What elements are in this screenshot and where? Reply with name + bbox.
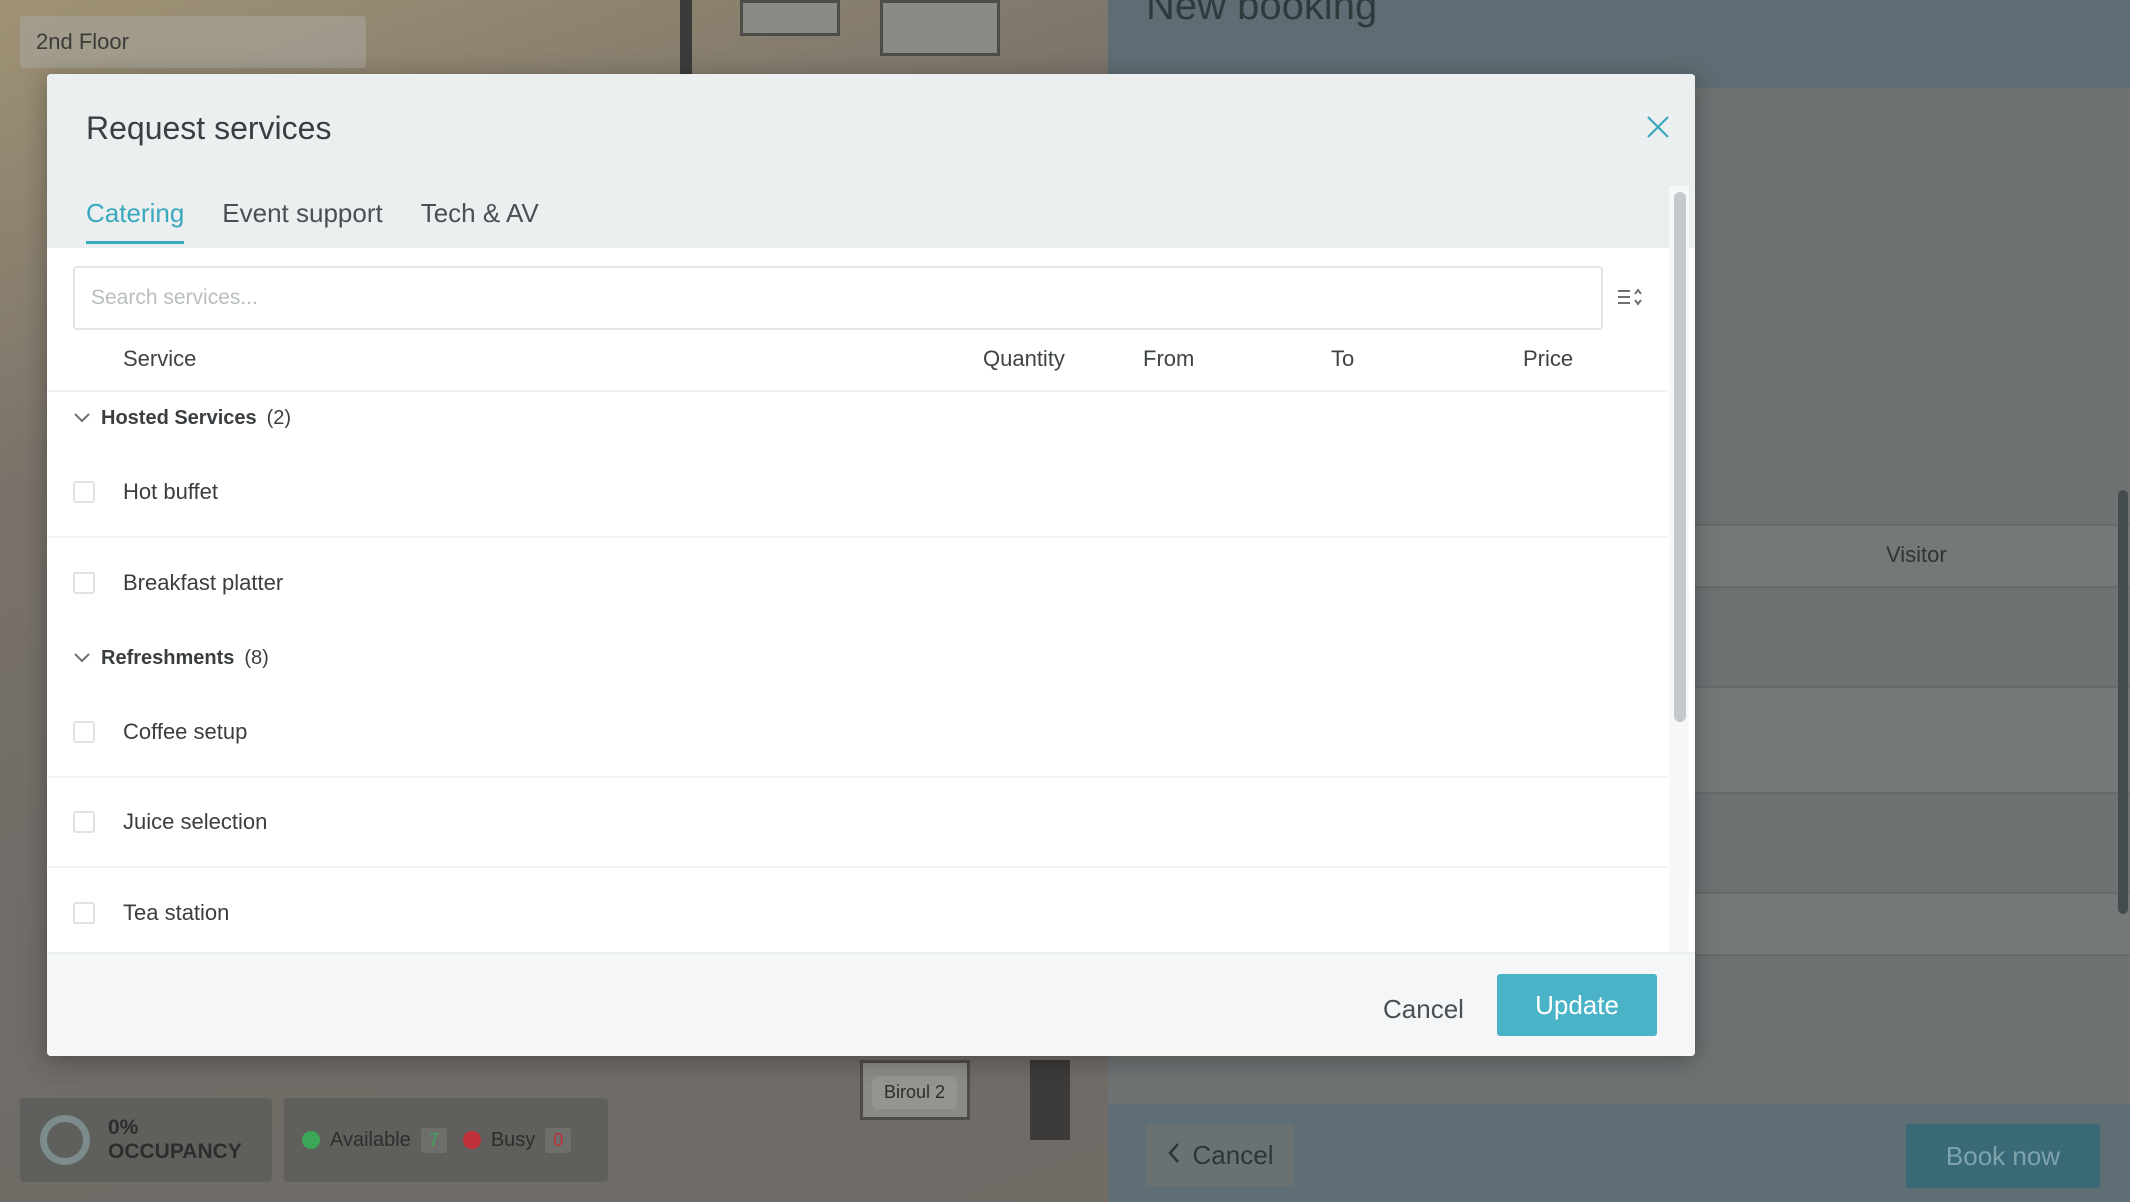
service-name: Breakfast platter — [123, 570, 284, 595]
booking-cancel-button[interactable]: Cancel — [1146, 1124, 1294, 1186]
booking-title: New booking — [1146, 0, 1378, 28]
modal-scrollbar-thumb[interactable] — [1674, 192, 1686, 722]
tab-event-support[interactable]: Event support — [222, 198, 382, 244]
search-input[interactable] — [75, 268, 1601, 328]
occupancy-widget: 0% OCCUPANCY — [20, 1098, 272, 1182]
close-icon[interactable] — [1641, 110, 1675, 144]
group-header-hosted-services[interactable]: Hosted Services (2) — [73, 398, 291, 438]
modal-header: Request services Catering Event support … — [47, 74, 1695, 248]
column-from: From — [1143, 346, 1195, 371]
service-checkbox[interactable] — [73, 721, 95, 743]
availability-widget: Available 7 Busy 0 — [284, 1098, 608, 1182]
column-price: Price — [1523, 346, 1574, 371]
group-count: (2) — [266, 406, 292, 429]
service-name: Juice selection — [123, 809, 268, 834]
occupancy-percent: 0% — [108, 1116, 139, 1139]
cancel-button[interactable]: Cancel — [1383, 994, 1464, 1025]
occupancy-ring-icon — [40, 1115, 90, 1165]
service-checkbox[interactable] — [73, 572, 95, 594]
page-scrollbar[interactable] — [2118, 490, 2128, 914]
floorplan-wall — [1030, 1060, 1070, 1140]
modal-title: Request services — [86, 110, 332, 146]
table-row[interactable]: Tea station — [47, 868, 1667, 958]
room-tag[interactable]: Biroul 2 — [872, 1076, 958, 1109]
service-name: Tea station — [123, 900, 230, 925]
group-count: (8) — [244, 646, 269, 669]
group-header-refreshments[interactable]: Refreshments (8) — [73, 638, 269, 678]
busy-label: Busy — [490, 1128, 536, 1151]
table-row[interactable]: Coffee setup — [47, 688, 1667, 778]
table-header: Service Quantity From To Price — [47, 330, 1667, 392]
tab-tech-av[interactable]: Tech & AV — [421, 198, 539, 244]
group-name: Refreshments — [101, 646, 235, 669]
available-label: Available — [330, 1128, 411, 1151]
busy-dot-icon — [462, 1131, 481, 1149]
floorplan-desk — [880, 0, 1000, 56]
service-name: Hot buffet — [123, 479, 218, 504]
column-to: To — [1331, 346, 1355, 371]
available-count: 7 — [420, 1127, 447, 1153]
group-name: Hosted Services — [101, 406, 257, 429]
floor-select[interactable]: 2nd Floor — [20, 16, 366, 68]
floorplan-desk — [740, 0, 840, 36]
update-button[interactable]: Update — [1497, 974, 1657, 1036]
column-service: Service — [123, 346, 197, 371]
book-now-button[interactable]: Book now — [1906, 1124, 2100, 1188]
chevron-down-icon — [73, 407, 91, 430]
table-row[interactable]: Hot buffet — [47, 448, 1667, 538]
booking-notes-field[interactable] — [1688, 686, 2130, 794]
service-checkbox[interactable] — [73, 481, 95, 503]
booking-cancel-label: Cancel — [1192, 1139, 1274, 1170]
tab-catering[interactable]: Catering — [86, 198, 185, 244]
table-row[interactable]: Juice selection — [47, 778, 1667, 868]
service-name: Coffee setup — [123, 719, 248, 744]
service-checkbox[interactable] — [73, 902, 95, 924]
request-services-modal: Request services Catering Event support … — [47, 74, 1695, 1056]
busy-count: 0 — [545, 1127, 572, 1153]
visitor-tab[interactable]: Visitor — [1886, 542, 1947, 568]
occupancy-label: OCCUPANCY — [108, 1140, 242, 1163]
chevron-down-icon — [73, 647, 91, 670]
chevron-left-icon — [1167, 1140, 1181, 1171]
column-quantity: Quantity — [983, 346, 1065, 371]
available-dot-icon — [302, 1131, 320, 1149]
table-row[interactable]: Breakfast platter — [47, 538, 1667, 628]
booking-select-field[interactable] — [1688, 892, 2130, 956]
search-box — [73, 266, 1603, 330]
sort-icon[interactable] — [1615, 282, 1645, 312]
service-checkbox[interactable] — [73, 811, 95, 833]
service-tabs: Catering Event support Tech & AV — [86, 198, 539, 244]
